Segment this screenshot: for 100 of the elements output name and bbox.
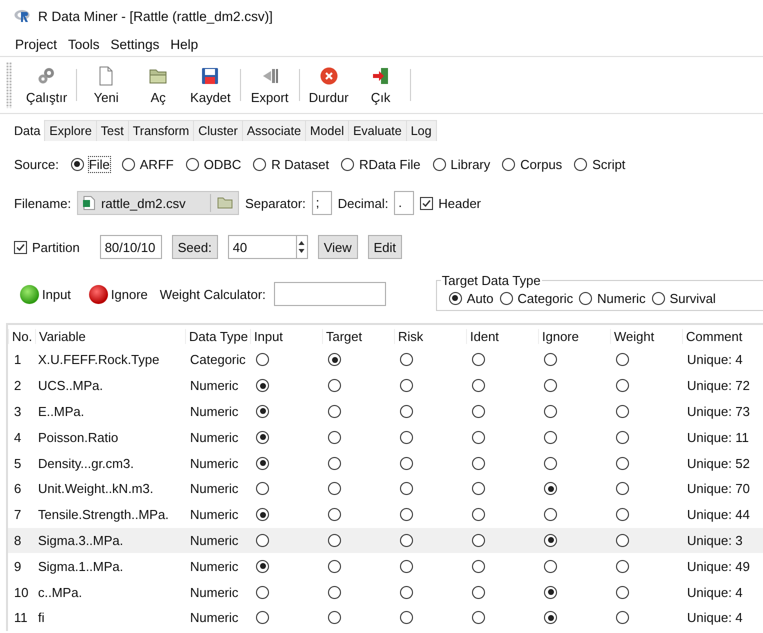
radio-button[interactable] <box>472 430 485 444</box>
table-row[interactable]: 8 Sigma.3..MPa. Numeric Unique: 3 <box>8 528 763 554</box>
seed-spinner[interactable]: 40 <box>228 235 308 259</box>
radio-button[interactable] <box>328 560 341 573</box>
radio-button[interactable] <box>256 430 269 444</box>
partition-field[interactable]: 80/10/10 <box>100 235 162 259</box>
radio-button[interactable] <box>544 482 557 496</box>
toolbar-button[interactable]: Durdur <box>302 66 355 104</box>
table-row[interactable]: 2 UCS..MPa. Numeric Unique: 72 <box>8 372 763 399</box>
radio-button[interactable] <box>256 353 269 366</box>
checkbox[interactable] <box>14 240 27 254</box>
separator-field[interactable]: ; <box>312 191 332 215</box>
radio-button[interactable] <box>616 482 629 496</box>
menu-item[interactable]: Help <box>170 36 198 52</box>
radio-button[interactable] <box>400 353 413 366</box>
radio-button[interactable] <box>500 292 513 304</box>
radio-button[interactable] <box>400 586 413 599</box>
tab[interactable]: Test <box>96 120 129 141</box>
table-row[interactable]: 9 Sigma.1..MPa. Numeric Unique: 49 <box>8 553 763 580</box>
ignore-button[interactable]: Ignore <box>82 284 152 304</box>
radio-button[interactable] <box>472 353 485 366</box>
radio-button[interactable] <box>256 560 269 573</box>
radio-button[interactable] <box>616 404 629 418</box>
table-row[interactable]: 5 Density...gr.cm3. Numeric Unique: 52 <box>8 450 763 476</box>
radio-button[interactable] <box>70 158 84 170</box>
radio-button[interactable] <box>328 353 341 366</box>
radio-button[interactable] <box>579 292 592 304</box>
radio-button[interactable] <box>472 586 485 599</box>
view-button[interactable]: View <box>318 235 358 259</box>
radio-button[interactable] <box>472 534 485 547</box>
table-row[interactable]: 4 Poisson.Ratio Numeric Unique: 11 <box>8 424 763 450</box>
radio-button[interactable] <box>400 534 413 547</box>
edit-button[interactable]: Edit <box>368 235 402 259</box>
radio-button[interactable] <box>432 158 446 170</box>
radio-button[interactable] <box>472 379 485 392</box>
radio-button[interactable] <box>616 560 629 573</box>
radio-button[interactable] <box>544 534 557 547</box>
radio-button[interactable] <box>400 404 413 418</box>
table-row[interactable]: 10 c..MPa. Numeric Unique: 4 <box>8 579 763 605</box>
radio-button[interactable] <box>122 158 135 170</box>
table-row[interactable]: 6 Unit.Weight..kN.m3. Numeric Unique: 70 <box>8 476 763 502</box>
radio-button[interactable] <box>400 379 413 392</box>
menu-item[interactable]: Project <box>15 36 58 52</box>
radio-button[interactable] <box>256 404 269 418</box>
radio-button[interactable] <box>328 508 341 522</box>
radio-button[interactable] <box>544 379 557 392</box>
seed-button[interactable]: Seed: <box>172 235 218 259</box>
radio-button[interactable] <box>472 611 485 624</box>
table-row[interactable]: 11 fi Numeric Unique: 4 <box>8 604 763 631</box>
toolbar-button[interactable]: Yeni <box>80 66 132 104</box>
radio-button[interactable] <box>472 508 485 522</box>
radio-button[interactable] <box>616 430 629 444</box>
table-row[interactable]: 1 X.U.FEFF.Rock.Type Categoric Unique: 4 <box>8 347 763 373</box>
radio-button[interactable] <box>400 560 413 573</box>
radio-button[interactable] <box>616 353 629 366</box>
tab[interactable]: Explore <box>44 120 97 141</box>
radio-button[interactable] <box>448 292 462 304</box>
radio-button[interactable] <box>256 611 269 624</box>
radio-button[interactable] <box>544 508 557 522</box>
radio-button[interactable] <box>574 158 588 170</box>
radio-button[interactable] <box>253 158 266 170</box>
radio-button[interactable] <box>544 430 557 444</box>
radio-button[interactable] <box>328 611 341 624</box>
radio-button[interactable] <box>544 586 557 599</box>
radio-button[interactable] <box>400 482 413 496</box>
tab[interactable]: Cluster <box>193 120 243 141</box>
radio-button[interactable] <box>544 611 557 624</box>
radio-button[interactable] <box>256 379 269 392</box>
menu-item[interactable]: Tools <box>68 36 100 52</box>
radio-button[interactable] <box>328 456 341 470</box>
radio-button[interactable] <box>616 508 629 522</box>
radio-button[interactable] <box>544 404 557 418</box>
radio-button[interactable] <box>400 611 413 624</box>
radio-button[interactable] <box>616 534 629 547</box>
radio-button[interactable] <box>616 586 629 599</box>
tab[interactable]: Log <box>406 120 437 141</box>
radio-button[interactable] <box>502 158 516 170</box>
radio-button[interactable] <box>616 611 629 624</box>
table-row[interactable]: 7 Tensile.Strength..MPa. Numeric Unique: 44 <box>8 502 763 528</box>
radio-button[interactable] <box>544 456 557 470</box>
toolbar-button[interactable]: Çık <box>354 66 407 104</box>
tab[interactable]: Transform <box>128 120 194 141</box>
radio-button[interactable] <box>256 586 269 599</box>
toolbar-button[interactable]: Kaydet <box>184 66 237 104</box>
radio-button[interactable] <box>256 482 269 496</box>
radio-button[interactable] <box>186 158 199 170</box>
radio-button[interactable] <box>616 456 629 470</box>
radio-button[interactable] <box>472 404 485 418</box>
radio-button[interactable] <box>256 534 269 547</box>
tab[interactable]: Model <box>305 120 350 141</box>
radio-button[interactable] <box>652 292 665 304</box>
tab[interactable]: Evaluate <box>348 120 407 141</box>
tab[interactable]: Associate <box>242 120 306 141</box>
radio-button[interactable] <box>328 379 341 392</box>
radio-button[interactable] <box>472 482 485 496</box>
toolbar-button[interactable]: Aç <box>132 66 184 104</box>
toolbar-button[interactable]: Export <box>244 66 296 104</box>
checkbox[interactable] <box>420 196 434 210</box>
toolbar-button[interactable]: Çalıştır <box>20 66 74 104</box>
radio-button[interactable] <box>328 482 341 496</box>
